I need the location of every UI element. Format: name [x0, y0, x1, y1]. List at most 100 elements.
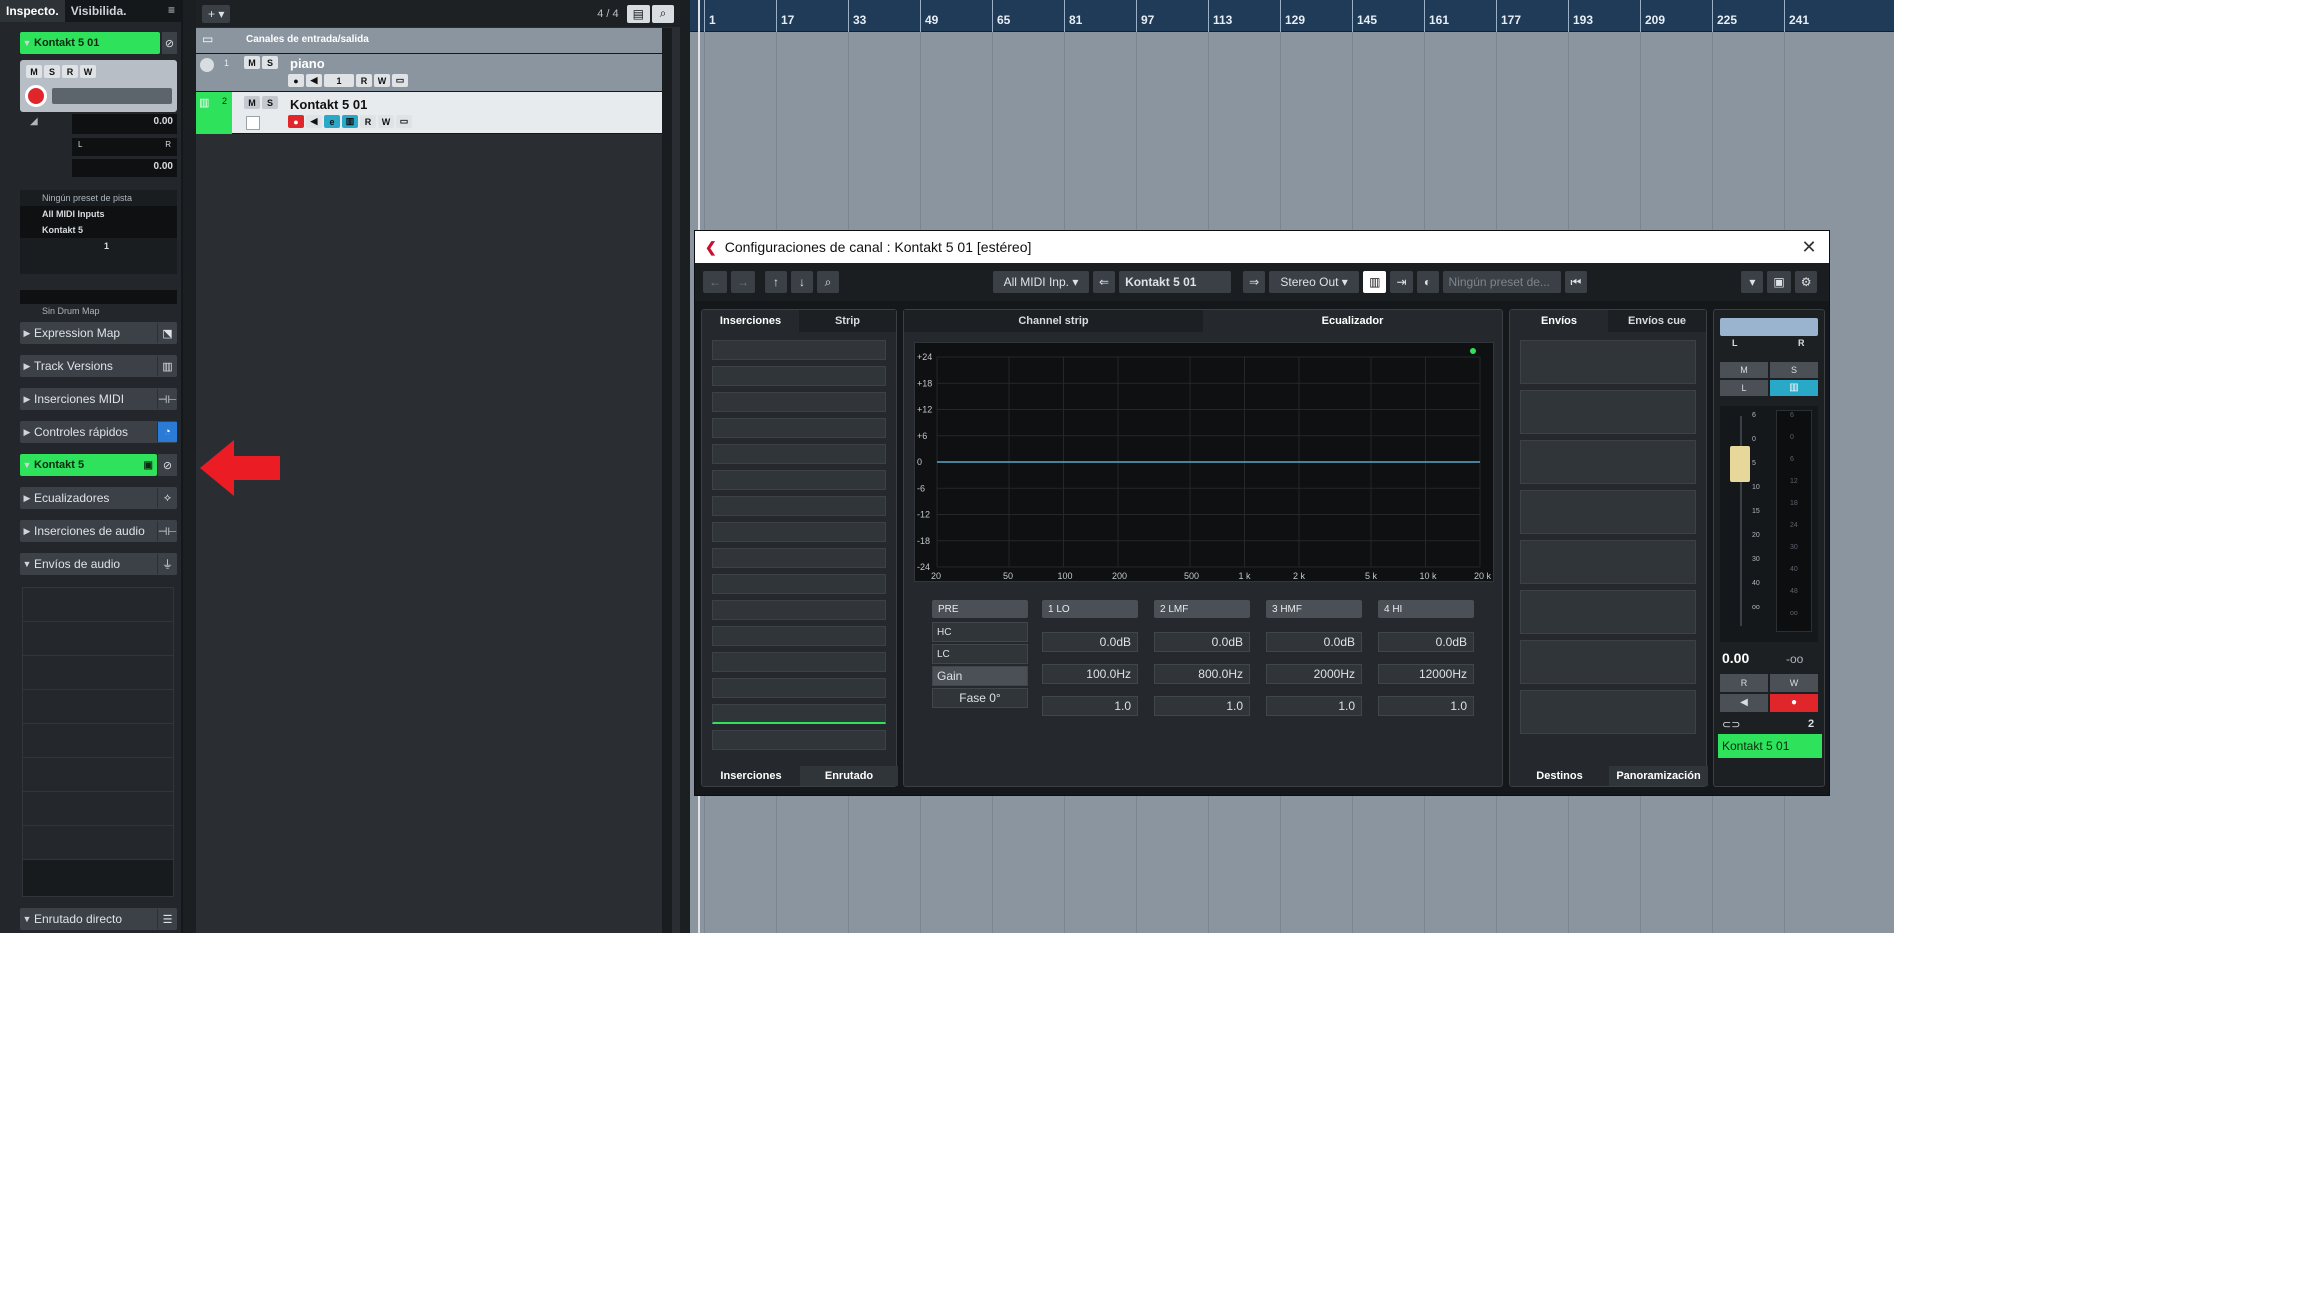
ruler-bar-label[interactable]: 209	[1640, 0, 1665, 32]
insert-slot[interactable]	[712, 626, 886, 646]
next-channel-button[interactable]: ↓	[791, 271, 813, 293]
eq-band-q[interactable]: 1.0	[1042, 696, 1138, 716]
insert-slot[interactable]	[712, 704, 886, 724]
section-equalizers[interactable]: ▶ Ecualizadores ⟡	[20, 487, 177, 509]
dropdown-icon[interactable]: ▾	[1741, 271, 1764, 293]
section-direct-routing[interactable]: ▼ Enrutado directo ☰	[20, 908, 177, 930]
section-audio-sends[interactable]: ▼ Envíos de audio ⏚	[20, 553, 177, 575]
eq-band-header[interactable]: 2 LMF	[1154, 600, 1250, 618]
insert-slot[interactable]	[712, 496, 886, 516]
collapse-triangle-icon[interactable]: ▼	[20, 38, 34, 48]
inspector-track-header[interactable]: ▼ Kontakt 5 01	[20, 32, 160, 54]
channel-name-label[interactable]: Kontakt 5 01	[1718, 734, 1822, 758]
insert-slot[interactable]	[712, 418, 886, 438]
window-layout-icon[interactable]: ▣	[1767, 271, 1791, 293]
track-list-scrollbar[interactable]	[662, 28, 672, 933]
tab-sends[interactable]: Envíos	[1510, 310, 1608, 332]
eq-band-gain[interactable]: 0.0dB	[1042, 632, 1138, 652]
inspector-menu-icon[interactable]: ≡	[162, 0, 181, 22]
read-button[interactable]: R	[360, 115, 376, 128]
ruler-bar-label[interactable]: 129	[1280, 0, 1305, 32]
search-icon[interactable]: ⌕	[652, 4, 674, 23]
eq-band-q[interactable]: 1.0	[1378, 696, 1474, 716]
settings-gear-icon[interactable]: ⚙	[1794, 271, 1818, 293]
write-button[interactable]: W	[374, 74, 390, 87]
read-button[interactable]: R	[356, 74, 372, 87]
mute-button[interactable]: M	[244, 56, 260, 69]
insert-slot[interactable]	[712, 730, 886, 750]
quick-controls-icon[interactable]: ◔	[157, 422, 177, 442]
peak-value[interactable]: -oo	[1786, 652, 1803, 666]
solo-button[interactable]: S	[262, 96, 278, 109]
instrument-window-icon[interactable]: ▣	[144, 460, 157, 471]
section-audio-inserts[interactable]: ▶ Inserciones de audio ⊣⊢	[20, 520, 177, 542]
delay-field[interactable]: 0.00	[72, 159, 177, 177]
ruler-bar-label[interactable]: 33	[848, 0, 866, 32]
ruler-bar-label[interactable]: 161	[1424, 0, 1449, 32]
drum-map-field[interactable]: Sin Drum Map	[20, 304, 177, 318]
ruler-bar-label[interactable]: 1	[704, 0, 716, 32]
monitor-button[interactable]: ◀	[306, 115, 322, 128]
fader-value[interactable]: 0.00	[1722, 650, 1749, 666]
preset-icon[interactable]: ◐	[1416, 271, 1439, 293]
track-visibility-icon[interactable]: ▤	[626, 4, 650, 23]
inserts-bypass-icon[interactable]: ⊣⊢	[157, 521, 177, 541]
eq-band-q[interactable]: 1.0	[1266, 696, 1362, 716]
find-channel-icon[interactable]: ⌕	[817, 271, 839, 293]
channel-name-field[interactable]: Kontakt 5 01	[1119, 271, 1232, 293]
eq-bypass-icon[interactable]: ⟡	[157, 488, 177, 508]
ruler-bar-label[interactable]: 193	[1568, 0, 1593, 32]
channel-field[interactable]: 1	[324, 74, 354, 87]
tab-panning[interactable]: Panoramización	[1609, 766, 1708, 786]
output-field[interactable]: Kontakt 5	[20, 222, 177, 238]
send-slot[interactable]	[1520, 540, 1696, 584]
track-preset-field[interactable]: Ningún preset de pista	[20, 190, 177, 206]
tab-routing[interactable]: Enrutado	[800, 766, 898, 786]
send-slot[interactable]	[23, 826, 173, 860]
direct-routing-icon[interactable]: ☰	[157, 909, 177, 929]
monitor-button[interactable]: ◀	[1720, 694, 1768, 712]
previous-channel-button[interactable]: ↑	[765, 271, 787, 293]
preset-browser-icon[interactable]: ⏮	[1564, 271, 1588, 293]
midi-input-select[interactable]: All MIDI Inp. ▾	[993, 271, 1089, 293]
record-enable-button[interactable]: ●	[288, 74, 304, 87]
midi-input-field[interactable]: All MIDI Inputs	[20, 206, 177, 222]
ruler-bar-label[interactable]: 65	[992, 0, 1010, 32]
routing-icon[interactable]: ⇥	[1390, 271, 1413, 293]
solo-button[interactable]: S	[1770, 362, 1818, 378]
insert-slot[interactable]	[712, 392, 886, 412]
instrument-window-icon[interactable]: ▥	[342, 115, 358, 128]
insert-slot[interactable]	[712, 548, 886, 568]
read-button[interactable]: R	[1720, 674, 1768, 692]
record-enable-button[interactable]: ●	[1770, 694, 1818, 712]
send-slot[interactable]	[23, 724, 173, 758]
insert-slot[interactable]	[712, 444, 886, 464]
channel-field[interactable]: 1	[20, 238, 177, 254]
write-button[interactable]: W	[1770, 674, 1818, 692]
tab-inserts-bottom[interactable]: Inserciones	[702, 766, 800, 786]
send-slot[interactable]	[23, 656, 173, 690]
mute-button[interactable]: M	[244, 96, 260, 109]
track-kontakt[interactable]: ▥ 2 M S Kontakt 5 01 ● ◀ e ▥ R W ▭	[196, 92, 672, 134]
eq-band-gain[interactable]: 0.0dB	[1266, 632, 1362, 652]
tab-cue-sends[interactable]: Envíos cue	[1608, 310, 1706, 332]
instrument-window-icon[interactable]: ▥	[1770, 380, 1818, 396]
section-track-versions[interactable]: ▶ Track Versions ▥	[20, 355, 177, 377]
output-select[interactable]: Stereo Out ▾	[1269, 271, 1360, 293]
tab-strip[interactable]: Strip	[799, 310, 896, 332]
read-button[interactable]: R	[62, 65, 78, 78]
volume-fader-handle[interactable]	[1730, 446, 1750, 482]
tab-channel-strip[interactable]: Channel strip	[904, 310, 1203, 332]
link-icon[interactable]: ⊂⊃	[1722, 718, 1740, 731]
edit-instrument-icon[interactable]: ⊘	[158, 454, 177, 476]
track-checkbox[interactable]	[246, 116, 260, 130]
eq-band-frequency[interactable]: 12000Hz	[1378, 664, 1474, 684]
high-cut-control[interactable]: HC	[932, 622, 1028, 642]
record-enable-button[interactable]: ●	[288, 115, 304, 128]
sends-bypass-icon[interactable]: ⏚	[157, 554, 177, 574]
track-folder-io[interactable]: ▭ Canales de entrada/salida	[196, 28, 672, 54]
edit-instrument-icon[interactable]: ⊘	[162, 32, 177, 54]
eq-band-gain[interactable]: 0.0dB	[1154, 632, 1250, 652]
input-arrow-icon[interactable]: ⇐	[1093, 271, 1116, 293]
ruler-bar-label[interactable]: 177	[1496, 0, 1521, 32]
